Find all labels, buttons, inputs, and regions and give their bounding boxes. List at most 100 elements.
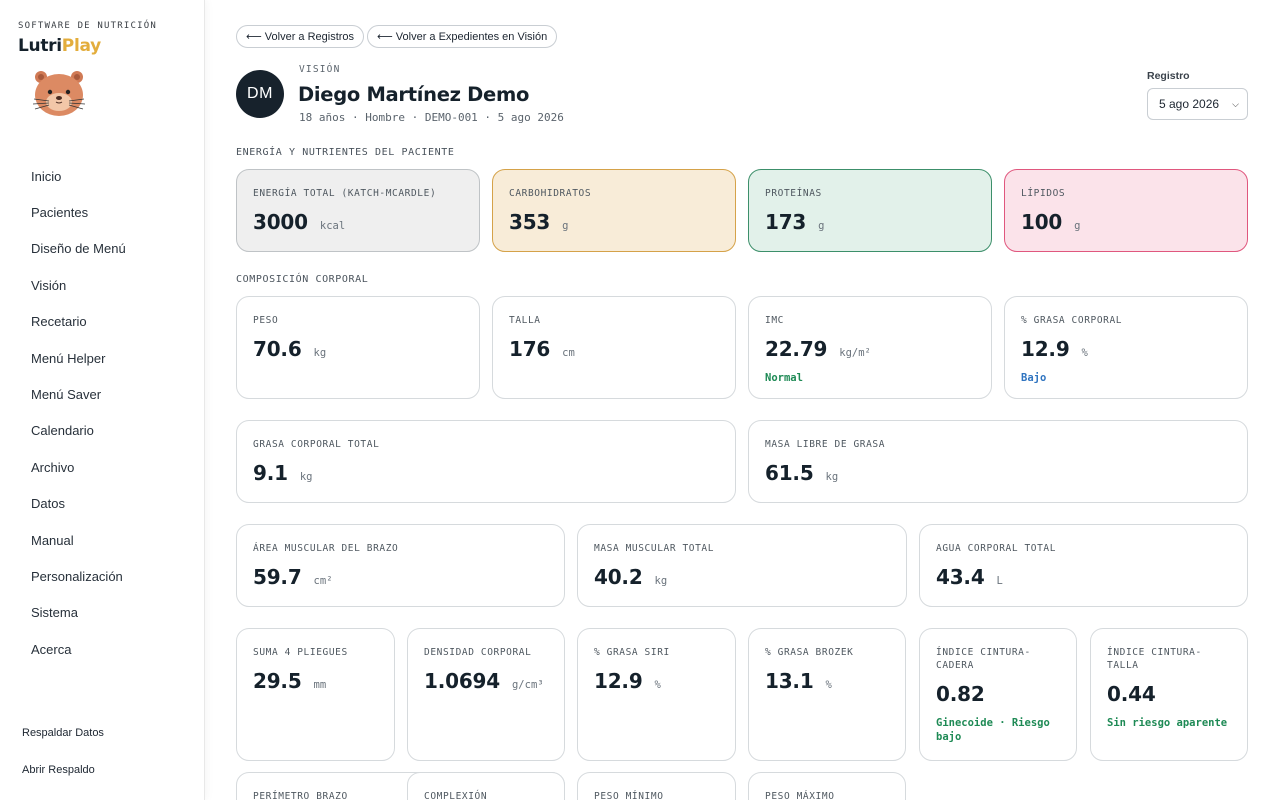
lipids-card: LÍPIDOS 100 g <box>1004 169 1248 252</box>
card-unit: kg <box>299 471 313 483</box>
otter-mascot-icon <box>32 71 86 116</box>
sidebar-item-vision[interactable]: Visión <box>31 267 126 303</box>
card-label: DENSIDAD CORPORAL <box>424 647 532 658</box>
height-card: TALLA 176 cm <box>492 296 736 399</box>
patient-name: Diego Martínez Demo <box>298 83 530 106</box>
card-label: ÍNDICE CINTURA-CADERA <box>936 647 1031 671</box>
card-label: SUMA 4 PLIEGUES <box>253 647 348 658</box>
body-water-card: AGUA CORPORAL TOTAL 43.4 L <box>919 524 1248 607</box>
card-label: % GRASA SIRI <box>594 647 670 658</box>
card-label: % GRASA CORPORAL <box>1021 315 1123 326</box>
siri-fat-card: % GRASA SIRI 12.9% <box>577 628 736 761</box>
registro-select[interactable]: 5 ago 2026 ⌵ <box>1147 88 1248 120</box>
card-value: 173 <box>765 210 807 234</box>
arrow-left-icon: ⟵ <box>246 31 262 43</box>
card-label: MASA MUSCULAR TOTAL <box>594 543 715 554</box>
patient-meta: 18 años · Hombre · DEMO-001 · 5 ago 2026 <box>299 111 564 124</box>
sidebar-item-sistema[interactable]: Sistema <box>31 595 126 631</box>
card-label: CARBOHIDRATOS <box>509 188 592 199</box>
complexion-card: COMPLEXIÓN <box>407 772 565 800</box>
card-label: ENERGÍA TOTAL (KATCH-MCARDLE) <box>253 188 437 199</box>
card-label: GRASA CORPORAL TOTAL <box>253 439 380 450</box>
card-value: 59.7 <box>253 565 302 589</box>
card-unit: g <box>1074 220 1081 232</box>
energy-section-title: ENERGÍA Y NUTRIENTES DEL PACIENTE <box>236 147 455 158</box>
energy-card: ENERGÍA TOTAL (KATCH-MCARDLE) 3000 kcal <box>236 169 480 252</box>
registro-label: Registro <box>1147 70 1190 82</box>
back-to-records-button[interactable]: ⟵ Volver a Registros <box>236 25 365 48</box>
card-unit: g/cm³ <box>511 679 544 691</box>
sidebar-item-acerca[interactable]: Acerca <box>31 631 126 667</box>
card-unit: mm <box>313 679 327 691</box>
brand-name-part2: Play <box>61 36 101 56</box>
backup-data-button[interactable]: Respaldar Datos <box>22 727 104 739</box>
back-to-files-button[interactable]: ⟵ Volver a Expedientes en Visión <box>367 25 558 48</box>
muscle-mass-card: MASA MUSCULAR TOTAL 40.2 kg <box>577 524 907 607</box>
arm-muscle-area-card: ÁREA MUSCULAR DEL BRAZO 59.7 cm² <box>236 524 565 607</box>
card-value: 43.4 <box>936 565 985 589</box>
card-value: 12.9 <box>594 669 643 693</box>
card-label: ÁREA MUSCULAR DEL BRAZO <box>253 543 399 554</box>
min-weight-card: PESO MÍNIMO <box>577 772 736 800</box>
brozek-fat-card: % GRASA BROZEK 13.1% <box>748 628 906 761</box>
card-unit: kg <box>825 471 839 483</box>
sidebar-item-pacientes[interactable]: Pacientes <box>31 194 126 230</box>
card-value: 9.1 <box>253 461 288 485</box>
card-label: TALLA <box>509 315 541 326</box>
sidebar-item-calendario[interactable]: Calendario <box>31 413 126 449</box>
patient-avatar: DM <box>236 70 284 118</box>
weight-card: PESO 70.6 kg <box>236 296 480 399</box>
sidebar-item-menu-saver[interactable]: Menú Saver <box>31 376 126 412</box>
card-label: PESO MÁXIMO <box>765 791 835 800</box>
body-section-title: COMPOSICIÓN CORPORAL <box>236 274 369 285</box>
card-value: 3000 <box>253 210 308 234</box>
waist-height-card: ÍNDICE CINTURA-TALLA 0.44 Sin riesgo apa… <box>1090 628 1248 761</box>
card-label: ÍNDICE CINTURA-TALLA <box>1107 647 1202 671</box>
card-label: MASA LIBRE DE GRASA <box>765 439 886 450</box>
card-value: 12.9 <box>1021 337 1070 361</box>
card-value: 100 <box>1021 210 1063 234</box>
sidebar-item-menu-helper[interactable]: Menú Helper <box>31 340 126 376</box>
card-label: PROTEÍNAS <box>765 188 822 199</box>
card-label: PESO MÍNIMO <box>594 791 664 800</box>
card-label: LÍPIDOS <box>1021 188 1066 199</box>
back-to-records-label: Volver a Registros <box>264 30 355 43</box>
card-unit: g <box>562 220 569 232</box>
status-badge: Normal <box>765 372 803 384</box>
card-value: 61.5 <box>765 461 814 485</box>
card-value: 22.79 <box>765 337 828 361</box>
card-unit: % <box>654 679 661 691</box>
sidebar-item-personalizacion[interactable]: Personalización <box>31 558 126 594</box>
sidebar-item-archivo[interactable]: Archivo <box>31 449 126 485</box>
card-label: AGUA CORPORAL TOTAL <box>936 543 1057 554</box>
brand-tagline: SOFTWARE DE NUTRICIÓN <box>18 21 157 31</box>
sidebar-item-inicio[interactable]: Inicio <box>31 158 126 194</box>
sidebar-item-manual[interactable]: Manual <box>31 522 126 558</box>
card-value: 353 <box>509 210 551 234</box>
arrow-left-icon: ⟵ <box>377 31 393 43</box>
card-unit: % <box>1081 347 1088 359</box>
section-kicker: VISIÓN <box>299 64 341 75</box>
sidebar-item-recetario[interactable]: Recetario <box>31 304 126 340</box>
total-fat-card: GRASA CORPORAL TOTAL 9.1 kg <box>236 420 736 503</box>
brand-logo[interactable]: LutriPlay <box>18 36 101 56</box>
card-unit: cm <box>562 347 575 359</box>
waist-hip-card: ÍNDICE CINTURA-CADERA 0.82 Ginecoide · R… <box>919 628 1077 761</box>
card-value: 13.1 <box>765 669 814 693</box>
brand-name-part1: Lutri <box>18 36 62 56</box>
card-value: 70.6 <box>253 337 302 361</box>
sidebar-nav: Inicio Pacientes Diseño de Menú Visión R… <box>31 158 126 667</box>
sidebar-item-diseno-menu[interactable]: Diseño de Menú <box>31 231 126 267</box>
card-unit: cm² <box>313 575 333 587</box>
status-badge: Ginecoide · Riesgo bajo <box>936 717 1050 743</box>
status-badge: Sin riesgo aparente <box>1107 717 1228 729</box>
chevron-down-icon: ⌵ <box>1232 98 1239 109</box>
sidebar-item-datos[interactable]: Datos <box>31 486 126 522</box>
lean-mass-card: MASA LIBRE DE GRASA 61.5 kg <box>748 420 1248 503</box>
sidebar: SOFTWARE DE NUTRICIÓN LutriPlay Inicio P… <box>0 0 205 800</box>
card-value: 0.44 <box>1107 682 1156 706</box>
card-unit: kcal <box>319 220 346 232</box>
body-fat-card: % GRASA CORPORAL 12.9% Bajo <box>1004 296 1248 399</box>
open-backup-button[interactable]: Abrir Respaldo <box>22 764 95 776</box>
card-value: 1.0694 <box>424 669 500 693</box>
